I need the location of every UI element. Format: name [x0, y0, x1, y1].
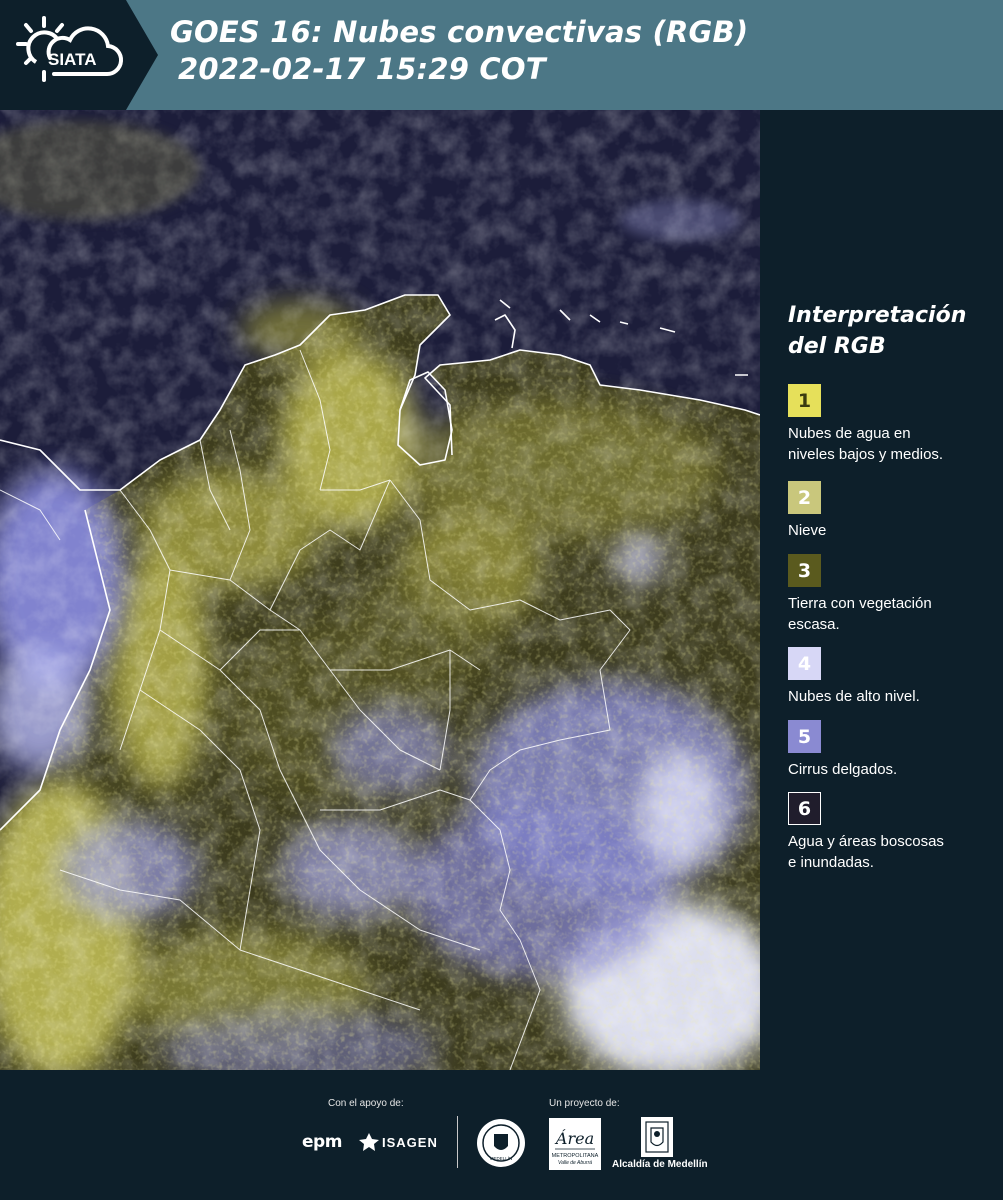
legend-label-line: niveles bajos y medios. — [788, 446, 944, 463]
legend-label-2: Nieve — [788, 520, 998, 541]
legend-label-6: Agua y áreas boscosas e inundadas. — [788, 831, 998, 873]
support-label: Con el apoyo de: — [328, 1098, 404, 1109]
legend-label-line: Tierra con vegetación — [788, 595, 932, 612]
legend-swatch-4: 4 — [788, 647, 821, 680]
footer-divider — [457, 1116, 458, 1168]
legend-item-3: 3 Tierra con vegetación escasa. — [788, 554, 998, 635]
title-product: GOES 16: Nubes convectivas (RGB) — [170, 15, 749, 49]
legend-swatch-1: 1 — [788, 384, 821, 417]
area-metropolitana-logo-icon: Área METROPOLITANA Valle de Aburrá — [549, 1118, 601, 1170]
title-timestamp: 2022-02-17 15:29 COT — [178, 52, 546, 86]
legend-item-6: 6 Agua y áreas boscosas e inundadas. — [788, 792, 998, 873]
legend-title-line2: del RGB — [788, 334, 886, 359]
legend-label-4: Nubes de alto nivel. — [788, 686, 998, 707]
legend-panel: Interpretación del RGB 1 Nubes de agua en… — [760, 110, 1003, 1070]
legend-item-5: 5 Cirrus delgados. — [788, 720, 998, 780]
legend-label-line: escasa. — [788, 616, 840, 633]
legend-label-line: Nubes de alto nivel. — [788, 688, 920, 705]
siata-logo-icon: SIATA — [16, 16, 124, 82]
legend-label-line: Nieve — [788, 522, 827, 539]
legend-item-1: 1 Nubes de agua en niveles bajos y medios. — [788, 384, 998, 465]
legend-label-1: Nubes de agua en niveles bajos y medios. — [788, 423, 998, 465]
legend-label-line: Agua y áreas boscosas — [788, 833, 944, 850]
seal-caption: MEDELLÍN — [490, 1155, 513, 1161]
legend-title: Interpretación del RGB — [788, 300, 966, 362]
area-logo-text: Área — [554, 1128, 594, 1148]
legend-swatch-6: 6 — [788, 792, 821, 825]
legend-title-line1: Interpretación — [788, 303, 967, 328]
legend-label-line: Cirrus delgados. — [788, 761, 898, 778]
area-caption-1: METROPOLITANA — [552, 1153, 599, 1159]
page-title: GOES 16: Nubes convectivas (RGB) 2022-02… — [170, 14, 748, 88]
isagen-icon — [359, 1133, 379, 1151]
legend-swatch-3: 3 — [788, 554, 821, 587]
legend-label-line: e inundadas. — [788, 854, 874, 871]
footer: Con el apoyo de: Un proyecto de: epm ISA… — [0, 1070, 1003, 1200]
legend-label-5: Cirrus delgados. — [788, 759, 998, 780]
legend-item-4: 4 Nubes de alto nivel. — [788, 647, 998, 707]
satellite-rgb-image — [0, 110, 760, 1070]
medellin-seal-icon: MEDELLÍN — [477, 1119, 525, 1167]
epm-logo: epm — [302, 1132, 342, 1152]
legend-item-2: 2 Nieve — [788, 481, 998, 541]
project-label: Un proyecto de: — [549, 1098, 620, 1109]
header-bar: SIATA GOES 16: Nubes convectivas (RGB) 2… — [0, 0, 1003, 110]
area-caption-2: Valle de Aburrá — [558, 1160, 592, 1166]
legend-label-3: Tierra con vegetación escasa. — [788, 593, 998, 635]
legend-swatch-2: 2 — [788, 481, 821, 514]
legend-label-line: Nubes de agua en — [788, 425, 911, 442]
alcaldia-text: Alcaldía de Medellín — [612, 1159, 708, 1170]
alcaldia-shield-icon — [641, 1117, 673, 1157]
siata-logo-text: SIATA — [48, 50, 96, 69]
legend-swatch-5: 5 — [788, 720, 821, 753]
isagen-logo: ISAGEN — [382, 1135, 438, 1150]
